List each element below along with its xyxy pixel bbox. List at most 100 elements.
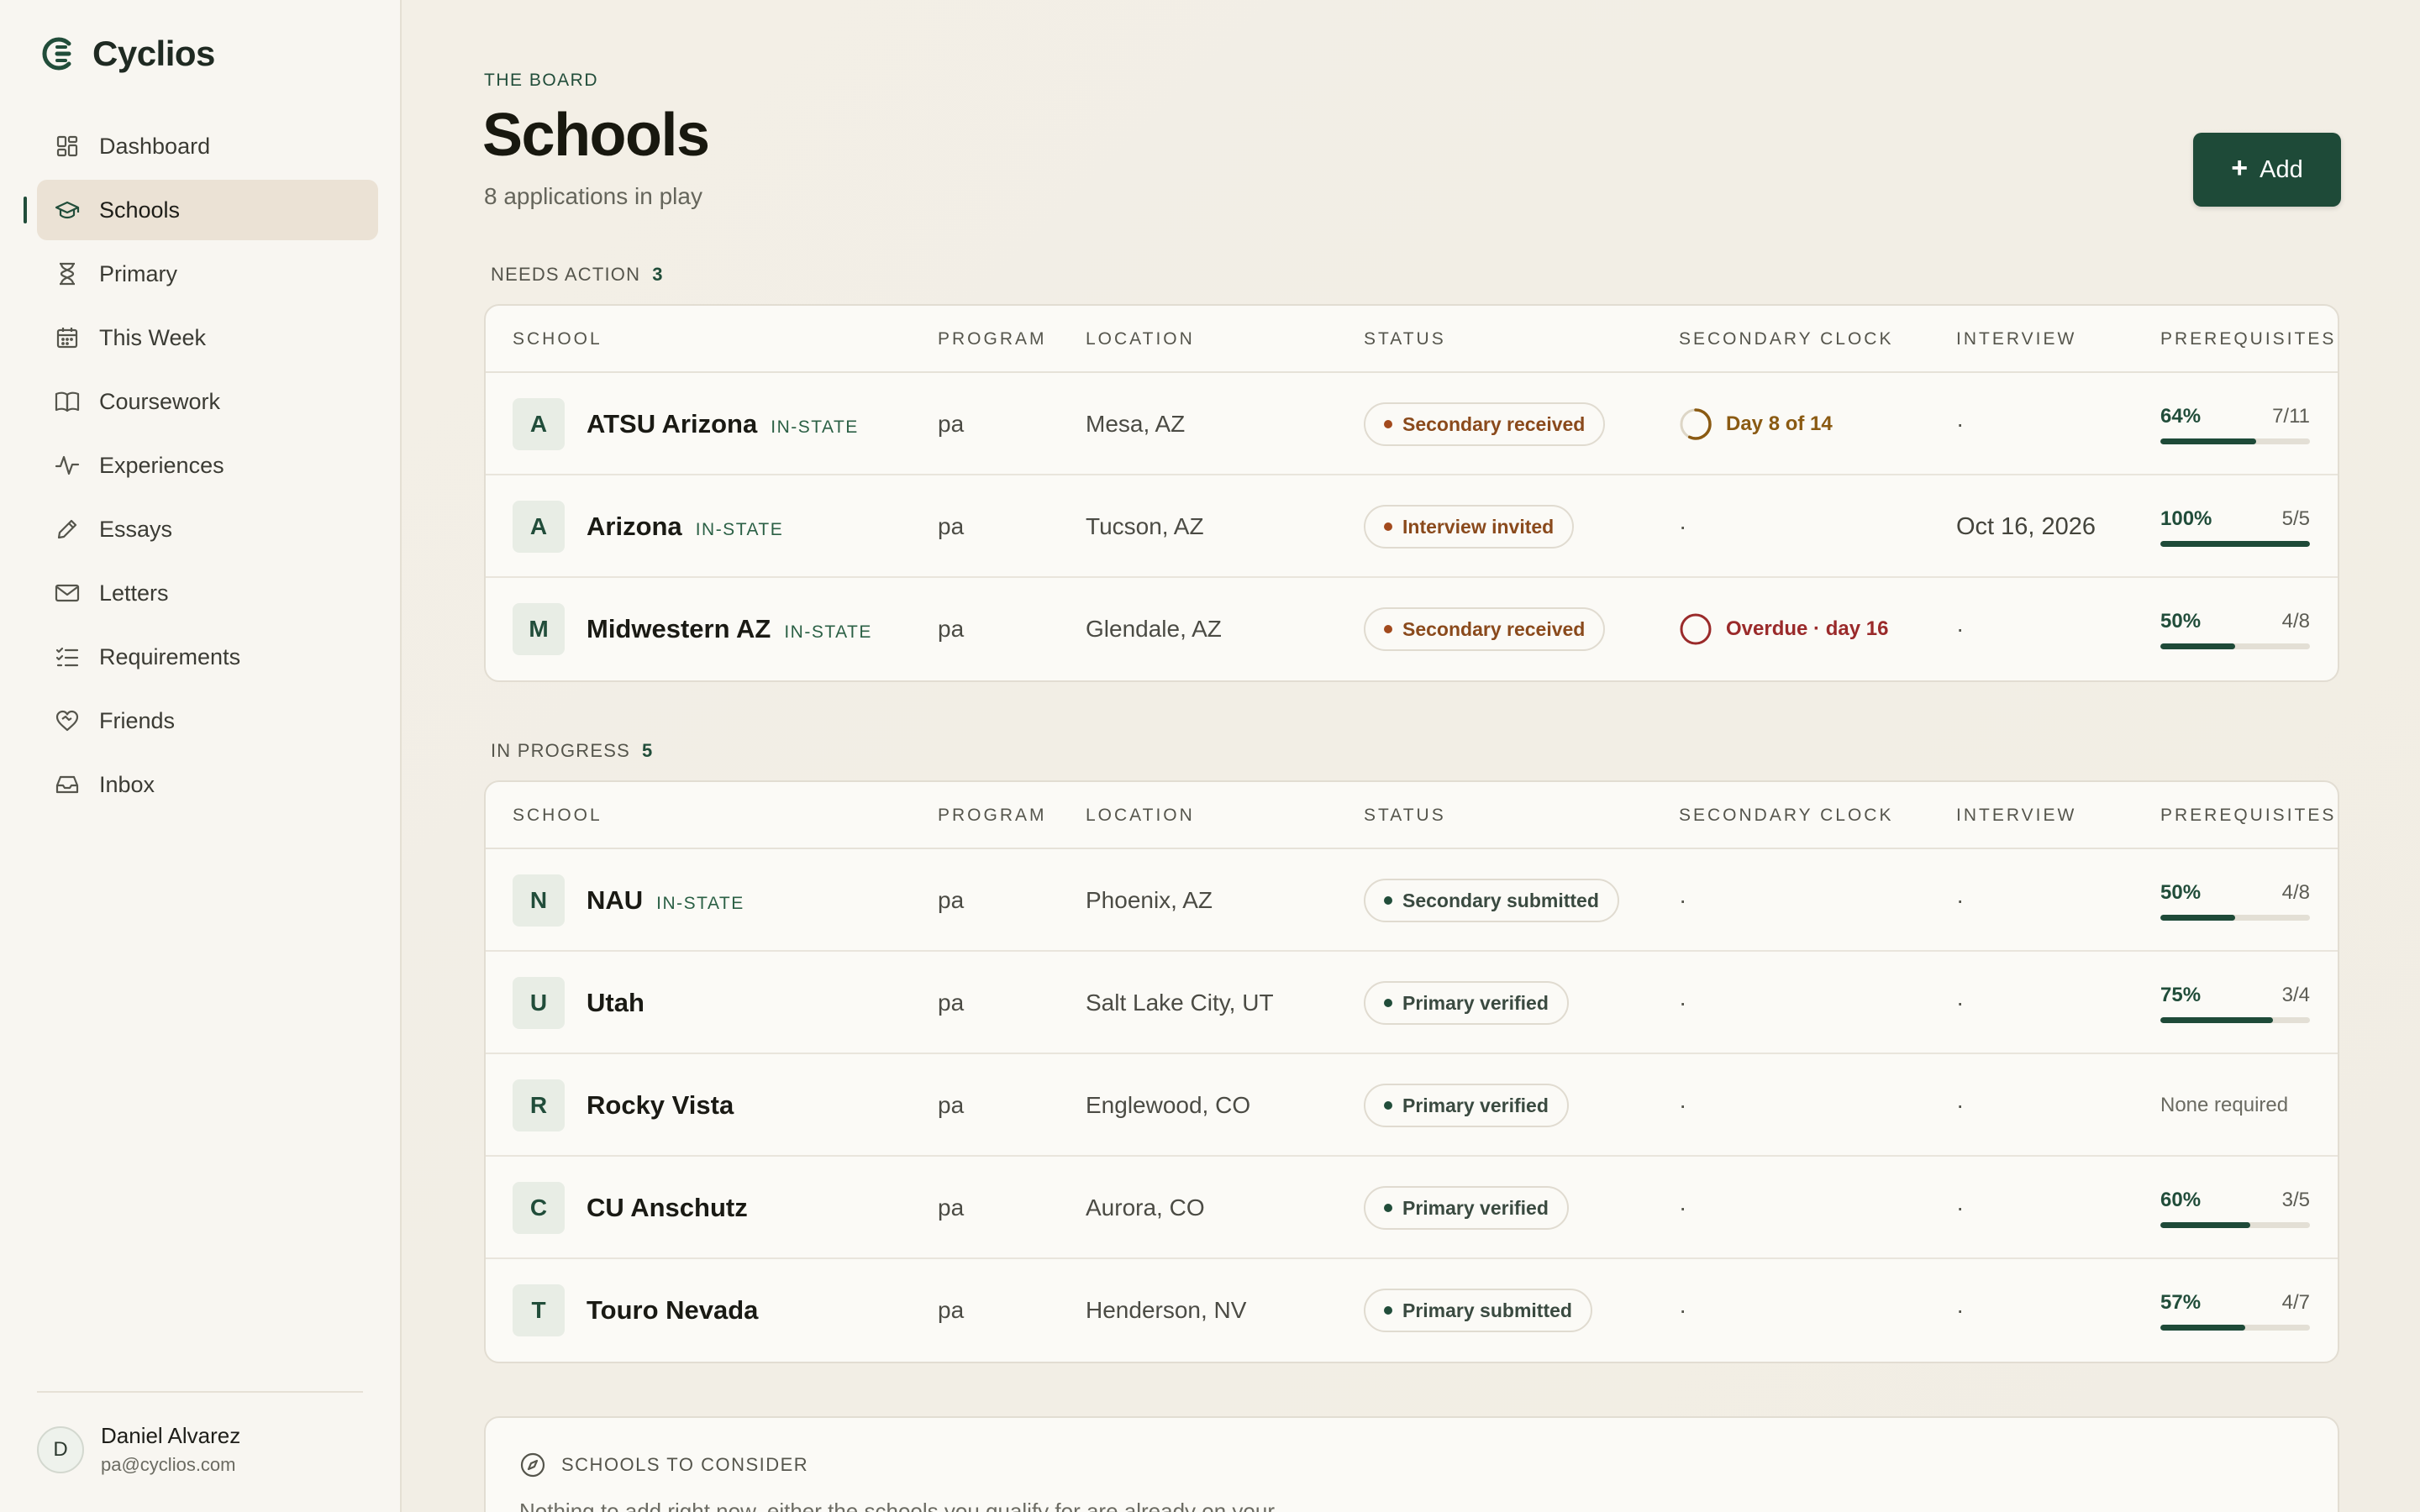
interview-cell: · — [1956, 952, 1964, 1054]
column-header[interactable]: STATUS — [1364, 329, 1446, 349]
column-header[interactable]: INTERVIEW — [1956, 806, 2076, 826]
school-cell[interactable]: U Utah — [513, 952, 644, 1054]
secondary-clock-cell: · — [1679, 849, 1686, 952]
status-badge[interactable]: Primary verified — [1364, 1186, 1569, 1230]
column-header[interactable]: STATUS — [1364, 806, 1446, 826]
consider-body: Nothing to add right now, either the sch… — [519, 1499, 1275, 1512]
column-header[interactable]: PREREQUISITES — [2160, 806, 2336, 826]
school-initial-badge: A — [513, 501, 565, 553]
school-cell[interactable]: A ATSU Arizona IN-STATE — [513, 373, 859, 475]
status-badge[interactable]: Primary verified — [1364, 1084, 1569, 1127]
school-name[interactable]: Rocky Vista — [587, 1090, 734, 1121]
prereq-fraction: 4/8 — [2281, 609, 2310, 633]
interview-value: · — [1956, 990, 1965, 1016]
column-header[interactable]: PREREQUISITES — [2160, 329, 2336, 349]
in-state-tag: IN-STATE — [771, 417, 859, 437]
school-name[interactable]: ATSU Arizona — [587, 409, 757, 439]
sidebar-item-dashboard[interactable]: Dashboard — [37, 116, 378, 176]
school-name[interactable]: CU Anschutz — [587, 1193, 748, 1223]
avatar: D — [37, 1425, 84, 1473]
school-cell[interactable]: A Arizona IN-STATE — [513, 475, 783, 578]
empty-value: · — [1679, 513, 1687, 539]
sidebar-item-label: Schools — [99, 197, 181, 223]
heart-handshake-icon — [54, 707, 81, 734]
in-state-tag: IN-STATE — [695, 520, 784, 539]
status-badge[interactable]: Interview invited — [1364, 505, 1575, 549]
sidebar-item-primary[interactable]: Primary — [37, 244, 378, 304]
status-label: Secondary received — [1402, 617, 1586, 640]
prereq-progress-fill — [2160, 540, 2310, 547]
school-name[interactable]: Arizona — [587, 512, 682, 542]
location-cell: Phoenix, AZ — [1086, 887, 1213, 913]
program-cell: pa — [938, 1092, 965, 1118]
sidebar-item-requirements[interactable]: Requirements — [37, 627, 378, 687]
table-row[interactable]: A Arizona IN-STATE pa Tucson, AZ Interview in… — [486, 475, 2338, 578]
sidebar-item-inbox[interactable]: Inbox — [37, 754, 378, 815]
status-badge[interactable]: Secondary submitted — [1364, 879, 1619, 922]
sidebar-item-essays[interactable]: Essays — [37, 499, 378, 559]
add-school-button[interactable]: + Add — [2193, 133, 2341, 207]
school-name[interactable]: Midwestern AZ — [587, 614, 771, 644]
column-header[interactable]: SECONDARY CLOCK — [1679, 329, 1893, 349]
status-badge[interactable]: Secondary received — [1364, 402, 1606, 446]
prereq-progress-fill — [2160, 914, 2235, 921]
status-badge[interactable]: Secondary received — [1364, 607, 1606, 651]
school-cell[interactable]: R Rocky Vista — [513, 1054, 734, 1157]
column-header[interactable]: PROGRAM — [938, 806, 1047, 826]
sidebar-item-friends[interactable]: Friends — [37, 690, 378, 751]
column-header[interactable]: SCHOOL — [513, 329, 602, 349]
table-row[interactable]: M Midwestern AZ IN-STATE pa Glendale, AZ Seco… — [486, 578, 2338, 680]
main-content: THE BOARD Schools 8 applications in play… — [402, 0, 2420, 1512]
column-header[interactable]: SCHOOL — [513, 806, 602, 826]
prerequisites-cell: 50% 4/8 — [2160, 578, 2310, 680]
table-row[interactable]: U Utah pa Salt Lake City, UT Primary verifie… — [486, 952, 2338, 1054]
column-header[interactable]: INTERVIEW — [1956, 329, 2076, 349]
prereq-progress-bar — [2160, 438, 2310, 444]
user-profile[interactable]: D Daniel Alvarez pa@cyclios.com — [37, 1423, 240, 1476]
table-row[interactable]: T Touro Nevada pa Henderson, NV Primary subm… — [486, 1259, 2338, 1362]
location-cell: Salt Lake City, UT — [1086, 990, 1274, 1016]
status-label: Interview invited — [1402, 515, 1555, 538]
column-header[interactable]: LOCATION — [1086, 329, 1195, 349]
interview-value: · — [1956, 616, 1965, 642]
school-name[interactable]: Touro Nevada — [587, 1295, 758, 1326]
sidebar-item-this-week[interactable]: This Week — [37, 307, 378, 368]
prereq-percent: 57% — [2160, 1290, 2202, 1314]
sidebar-item-coursework[interactable]: Coursework — [37, 371, 378, 432]
table-row[interactable]: A ATSU Arizona IN-STATE pa Mesa, AZ Secondary… — [486, 373, 2338, 475]
sidebar-item-label: Inbox — [99, 771, 155, 797]
interview-cell: · — [1956, 578, 1964, 680]
table-row[interactable]: R Rocky Vista pa Englewood, CO Primary verif… — [486, 1054, 2338, 1157]
in-state-tag: IN-STATE — [656, 894, 744, 913]
column-header[interactable]: SECONDARY CLOCK — [1679, 806, 1893, 826]
table-row[interactable]: C CU Anschutz pa Aurora, CO Primary verified… — [486, 1157, 2338, 1259]
status-badge[interactable]: Primary verified — [1364, 981, 1569, 1025]
column-header[interactable]: PROGRAM — [938, 329, 1047, 349]
table-row[interactable]: N NAU IN-STATE pa Phoenix, AZ Secondary submi… — [486, 849, 2338, 952]
prereq-progress-bar — [2160, 914, 2310, 921]
column-header[interactable]: LOCATION — [1086, 806, 1195, 826]
prereq-progress-fill — [2160, 1221, 2250, 1228]
prereq-summary: 57% 4/7 — [2160, 1291, 2310, 1315]
school-name[interactable]: NAU — [587, 885, 643, 916]
school-cell[interactable]: N NAU IN-STATE — [513, 849, 744, 952]
status-badge[interactable]: Primary submitted — [1364, 1289, 1592, 1332]
sidebar-item-label: Friends — [99, 707, 176, 733]
sidebar-item-label: Experiences — [99, 452, 224, 478]
prereq-summary: 75% 3/4 — [2160, 984, 2310, 1007]
school-cell[interactable]: T Touro Nevada — [513, 1259, 758, 1362]
school-cell[interactable]: C CU Anschutz — [513, 1157, 748, 1259]
sidebar-item-schools[interactable]: Schools — [24, 180, 378, 240]
sidebar-item-letters[interactable]: Letters — [37, 563, 378, 623]
section-count: 5 — [642, 740, 654, 761]
in-state-tag: IN-STATE — [784, 622, 872, 642]
sidebar-divider — [37, 1391, 363, 1393]
sidebar-item-experiences[interactable]: Experiences — [37, 435, 378, 496]
table-header: SCHOOL PROGRAM LOCATION STATUS SECONDARY CLO… — [486, 306, 2338, 373]
hourglass-icon — [54, 260, 81, 287]
location-cell: Englewood, CO — [1086, 1092, 1251, 1118]
school-name[interactable]: Utah — [587, 988, 644, 1018]
brand[interactable]: Cyclios — [37, 34, 215, 74]
school-cell[interactable]: M Midwestern AZ IN-STATE — [513, 578, 872, 680]
user-name: Daniel Alvarez — [101, 1423, 241, 1448]
